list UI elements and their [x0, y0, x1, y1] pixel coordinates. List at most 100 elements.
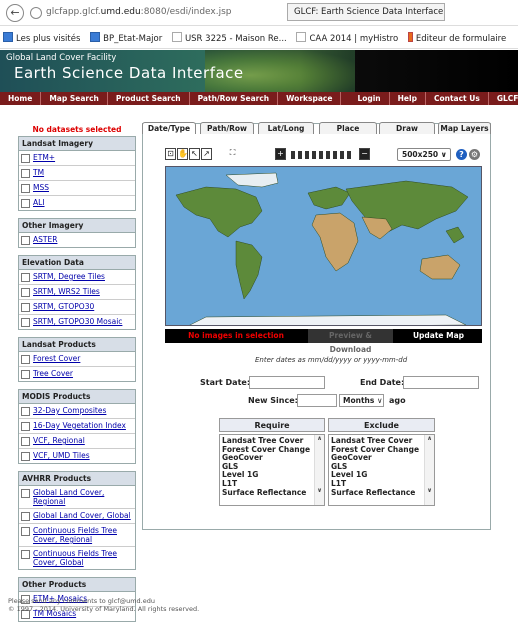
dataset-link[interactable]: 32-Day Composites	[33, 406, 106, 415]
bookmark-bp-etat-major[interactable]: BP_Etat-Major	[90, 32, 162, 44]
require-option[interactable]: Surface Reflectance	[222, 488, 322, 498]
dataset-link[interactable]: VCF, Regional	[33, 436, 85, 445]
nav-product-search[interactable]: Product Search	[108, 92, 190, 105]
tab-map-layers[interactable]: Map Layers	[438, 122, 491, 134]
dataset-cf-regional[interactable]: Continuous Fields Tree Cover, Regional	[19, 524, 135, 547]
dataset-cf-global[interactable]: Continuous Fields Tree Cover, Global	[19, 547, 135, 569]
nav-help[interactable]: Help	[390, 92, 426, 105]
checkbox[interactable]	[21, 422, 30, 431]
dataset-aster[interactable]: ASTER	[19, 233, 135, 247]
checkbox[interactable]	[21, 184, 30, 193]
zoom-level-segment[interactable]	[340, 151, 344, 159]
end-date-input[interactable]	[403, 376, 479, 389]
checkbox[interactable]	[21, 318, 30, 327]
checkbox[interactable]	[21, 512, 30, 521]
world-map[interactable]	[165, 166, 482, 326]
bookmark-les-plus-visites[interactable]: Les plus visités	[3, 32, 80, 44]
tab-lat-long[interactable]: Lat/Long	[258, 122, 314, 134]
dataset-link[interactable]: ETM+	[33, 153, 55, 162]
nav-workspace[interactable]: Workspace	[278, 92, 342, 105]
dataset-vcf-regional[interactable]: VCF, Regional	[19, 434, 135, 449]
dataset-link[interactable]: SRTM, Degree Tiles	[33, 272, 105, 281]
dataset-link[interactable]: TM	[33, 168, 44, 177]
preview-download-button[interactable]: Preview & Download	[308, 329, 393, 354]
zoom-level-segment[interactable]	[291, 151, 295, 159]
exclude-list[interactable]: Landsat Tree Cover Forest Cover Change G…	[328, 434, 435, 506]
exclude-scrollbar[interactable]: ∧ ∨	[424, 435, 434, 505]
zoom-in-icon[interactable]: +	[275, 148, 286, 160]
select-arrow-icon[interactable]: ↗	[201, 148, 212, 160]
nav-home[interactable]: Home	[0, 92, 42, 105]
zoom-level-segment[interactable]	[319, 151, 323, 159]
checkbox[interactable]	[21, 437, 30, 446]
dataset-link[interactable]: Global Land Cover, Global	[33, 511, 131, 520]
dataset-tm[interactable]: TM	[19, 166, 135, 181]
dataset-link[interactable]: SRTM, GTOPO30	[33, 302, 94, 311]
checkbox[interactable]	[21, 550, 30, 559]
require-list[interactable]: Landsat Tree Cover Forest Cover Change G…	[219, 434, 325, 506]
back-arrow-icon[interactable]: ←	[6, 4, 24, 22]
exclude-option[interactable]: Surface Reflectance	[331, 488, 432, 498]
zoom-level-segment[interactable]	[305, 151, 309, 159]
bookmark-editeur[interactable]: Editeur de formulaire	[407, 32, 506, 44]
new-since-input[interactable]	[297, 394, 337, 407]
checkbox[interactable]	[21, 452, 30, 461]
dataset-link[interactable]: VCF, UMD Tiles	[33, 451, 90, 460]
dataset-forest-cover[interactable]: Forest Cover	[19, 352, 135, 367]
zoom-out-icon[interactable]: −	[359, 148, 370, 160]
dataset-link[interactable]: Continuous Fields Tree Cover, Regional	[33, 526, 133, 544]
select-pointer-icon[interactable]: ↖	[189, 148, 200, 160]
dataset-32-day[interactable]: 32-Day Composites	[19, 404, 135, 419]
dataset-link[interactable]: Tree Cover	[33, 369, 73, 378]
help-icon[interactable]: ?	[456, 149, 467, 160]
tab-place[interactable]: Place	[319, 122, 377, 134]
zoom-level-segment[interactable]	[326, 151, 330, 159]
require-scrollbar[interactable]: ∧ ∨	[314, 435, 324, 505]
checkbox[interactable]	[21, 303, 30, 312]
checkbox[interactable]	[21, 236, 30, 245]
start-date-input[interactable]	[249, 376, 325, 389]
dataset-link[interactable]: ASTER	[33, 235, 57, 244]
exclude-option[interactable]: Level 1G	[331, 471, 432, 480]
dataset-srtm-gtopo30-mosaic[interactable]: SRTM, GTOPO30 Mosaic	[19, 315, 135, 329]
tab-draw[interactable]: Draw	[379, 122, 435, 134]
map-size-select[interactable]: 500x250 ∨	[397, 148, 451, 161]
dataset-srtm-wrs2[interactable]: SRTM, WRS2 Tiles	[19, 285, 135, 300]
dataset-glc-global[interactable]: Global Land Cover, Global	[19, 509, 135, 524]
fullscreen-icon[interactable]: ⛶	[227, 148, 238, 160]
checkbox[interactable]	[21, 527, 30, 536]
tab-date-type[interactable]: Date/Type	[142, 122, 196, 134]
dataset-mss[interactable]: MSS	[19, 181, 135, 196]
checkbox[interactable]	[21, 489, 30, 498]
dataset-link[interactable]: ALI	[33, 198, 45, 207]
checkbox[interactable]	[21, 407, 30, 416]
update-map-button[interactable]: Update Map	[395, 329, 482, 343]
dataset-srtm-gtopo30[interactable]: SRTM, GTOPO30	[19, 300, 135, 315]
dataset-ali[interactable]: ALI	[19, 196, 135, 210]
zoom-level-segment[interactable]	[298, 151, 302, 159]
bookmark-caa-2014[interactable]: CAA 2014 | myHistro	[296, 32, 398, 44]
pan-hand-icon[interactable]: ✋	[177, 148, 188, 160]
period-select[interactable]: Months ∨	[339, 394, 384, 407]
site-info-icon[interactable]	[30, 7, 42, 19]
dataset-link[interactable]: 16-Day Vegetation Index	[33, 421, 126, 430]
dataset-link[interactable]: SRTM, GTOPO30 Mosaic	[33, 317, 122, 326]
checkbox[interactable]	[21, 355, 30, 364]
dataset-etm[interactable]: ETM+	[19, 151, 135, 166]
dataset-link[interactable]: MSS	[33, 183, 49, 192]
dataset-16-day[interactable]: 16-Day Vegetation Index	[19, 419, 135, 434]
zoom-level-segment[interactable]	[312, 151, 316, 159]
checkbox[interactable]	[21, 273, 30, 282]
checkbox[interactable]	[21, 169, 30, 178]
zoom-box-icon[interactable]: ⊡	[165, 148, 176, 160]
zoom-level-segment[interactable]	[333, 151, 337, 159]
bookmark-usr-3225[interactable]: USR 3225 - Maison Re...	[171, 32, 287, 44]
checkbox[interactable]	[21, 199, 30, 208]
dataset-link[interactable]: Continuous Fields Tree Cover, Global	[33, 549, 133, 567]
settings-icon[interactable]: ⚙	[469, 149, 480, 160]
url-text[interactable]: glcfapp.glcf.umd.edu:8080/esdi/index.jsp	[46, 7, 232, 17]
zoom-level-segment[interactable]	[347, 151, 351, 159]
dataset-tree-cover[interactable]: Tree Cover	[19, 367, 135, 381]
checkbox[interactable]	[21, 154, 30, 163]
checkbox[interactable]	[21, 370, 30, 379]
